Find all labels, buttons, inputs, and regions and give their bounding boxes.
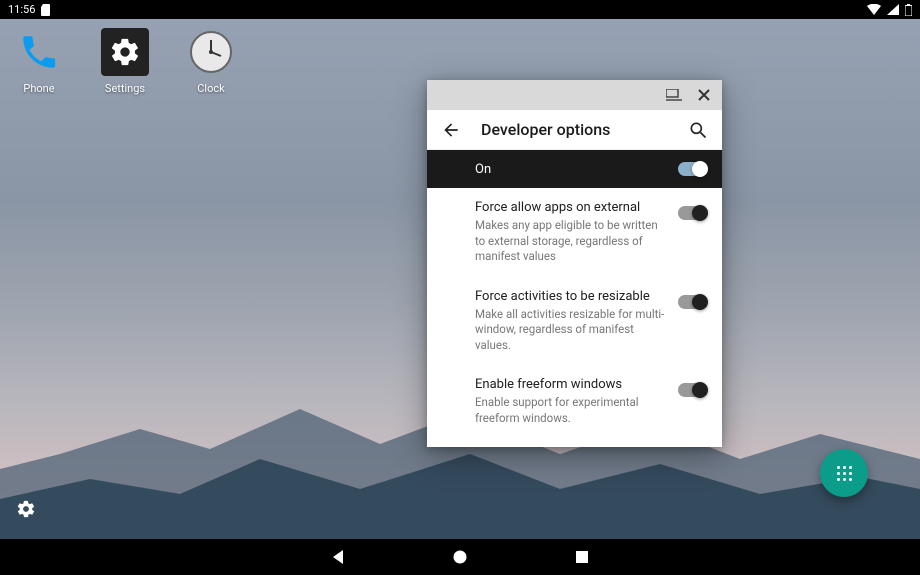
app-settings[interactable]: Settings [96,28,154,95]
window-titlebar[interactable] [427,80,722,110]
search-button[interactable] [686,118,710,142]
nav-recents-button[interactable] [571,546,593,568]
navigation-bar [0,539,920,575]
gear-icon [101,28,149,76]
battery-icon [905,4,912,16]
nav-back-button[interactable] [327,546,349,568]
setting-title: Force allow apps on external [475,200,668,215]
signal-icon [887,4,899,15]
app-clock[interactable]: Clock [182,28,240,95]
app-phone[interactable]: Phone [10,28,68,95]
master-switch-label: On [475,162,491,177]
setting-row-force-desktop[interactable]: Force desktop mode Force experimental de… [427,438,722,447]
master-switch[interactable] [678,162,706,176]
close-button[interactable] [694,85,714,105]
setting-subtitle: Make all activities resizable for multi-… [475,307,668,354]
setting-subtitle: Makes any app eligible to be written to … [475,218,668,265]
setting-row-enable-freeform[interactable]: Enable freeform windows Enable support f… [427,365,722,438]
setting-title: Force activities to be resizable [475,289,668,304]
maximize-button[interactable] [664,85,684,105]
clock-icon [187,28,235,76]
status-bar: 11:56 [0,0,920,19]
quick-settings-button[interactable] [16,499,36,523]
app-label: Clock [197,82,224,95]
setting-switch[interactable] [678,295,706,309]
back-button[interactable] [439,118,463,142]
setting-row-force-resizable[interactable]: Force activities to be resizable Make al… [427,277,722,366]
grid-icon [835,464,853,482]
page-title: Developer options [481,120,668,139]
setting-switch[interactable] [678,206,706,220]
setting-row-force-external[interactable]: Force allow apps on external Makes any a… [427,188,722,277]
nav-home-button[interactable] [449,546,471,568]
desktop-apps: Phone Settings Clock [10,28,240,95]
app-drawer-button[interactable] [820,449,868,497]
status-time: 11:56 [8,3,35,16]
sd-card-icon [41,4,51,16]
settings-list: Force allow apps on external Makes any a… [427,188,722,447]
app-bar: Developer options [427,110,722,150]
setting-title: Enable freeform windows [475,377,668,392]
app-label: Settings [105,82,145,95]
settings-window: Developer options On Force allow apps on… [427,80,722,447]
master-switch-row[interactable]: On [427,150,722,188]
app-label: Phone [23,82,54,95]
setting-subtitle: Enable support for experimental freeform… [475,395,668,426]
wifi-icon [867,4,881,15]
setting-switch[interactable] [678,383,706,397]
phone-icon [15,28,63,76]
